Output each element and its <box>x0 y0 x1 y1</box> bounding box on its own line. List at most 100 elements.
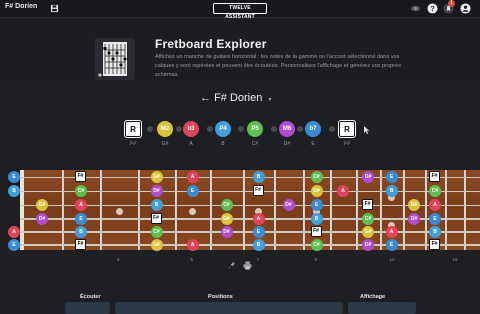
scale-note-marker[interactable]: C# <box>310 239 323 251</box>
scale-note-marker[interactable]: B <box>150 199 163 211</box>
scale-note-marker[interactable]: B <box>252 239 265 251</box>
scale-note-marker[interactable]: A <box>186 171 199 183</box>
listen-panel[interactable] <box>65 302 110 314</box>
scale-note-marker[interactable]: E <box>429 213 441 225</box>
eye-icon[interactable] <box>410 3 421 14</box>
scale-note-marker[interactable]: C# <box>220 199 233 211</box>
fret-wire <box>138 170 140 250</box>
scale-note-marker[interactable]: D# <box>220 226 233 238</box>
scale-note-marker[interactable]: D# <box>362 171 374 183</box>
interval-button[interactable]: R <box>339 121 355 137</box>
root-note-marker[interactable]: F# <box>362 199 373 210</box>
scale-note-marker[interactable]: G# <box>150 239 163 251</box>
scale-note-marker[interactable]: A <box>252 213 265 225</box>
scale-note-marker[interactable]: E <box>186 185 199 197</box>
scale-note-marker[interactable]: B <box>429 226 441 238</box>
open-string-note[interactable]: A <box>8 226 20 238</box>
root-note-marker[interactable]: F# <box>252 185 264 196</box>
scale-note-marker[interactable]: C# <box>310 171 323 183</box>
scale-note-marker[interactable]: D# <box>150 185 163 197</box>
scale-note-marker[interactable]: D# <box>362 239 374 251</box>
user-icon[interactable] <box>460 3 471 14</box>
page-title: Fretboard Explorer <box>155 37 267 51</box>
scale-note-marker[interactable]: E <box>310 199 323 211</box>
fret-number: 9 <box>314 257 318 262</box>
help-icon[interactable]: ? <box>427 3 438 14</box>
fret-wire <box>303 170 305 250</box>
brand-logo: TWELVE ASSISTANT <box>213 3 267 20</box>
guitar-string <box>20 191 480 192</box>
scale-note-marker[interactable]: C# <box>362 213 374 225</box>
scale-note-marker[interactable]: D# <box>408 213 420 225</box>
scale-note-marker[interactable]: G# <box>220 213 233 225</box>
scale-note-marker[interactable]: B <box>75 226 87 238</box>
scale-note-marker[interactable]: E <box>75 213 87 225</box>
interval-button[interactable]: M6 <box>279 121 295 137</box>
fret-wire <box>100 170 102 250</box>
scale-note-marker[interactable]: E <box>385 171 398 183</box>
interval-button[interactable]: M2 <box>157 121 173 137</box>
display-panel[interactable] <box>348 302 416 314</box>
scale-note-marker[interactable]: E <box>252 226 265 238</box>
scale-note-marker[interactable]: G# <box>362 226 374 238</box>
interval-separator-dot <box>207 126 213 132</box>
fret-wire <box>380 170 382 250</box>
open-string-note[interactable]: E <box>8 239 20 251</box>
interval-button[interactable]: b7 <box>305 121 321 137</box>
scale-selector[interactable]: ← F# Dorien ▾ <box>200 92 271 104</box>
interval-separator-dot <box>147 126 153 132</box>
open-string-note[interactable]: B <box>8 185 20 197</box>
page-description: Affichez un manche de guitare horizontal… <box>155 54 401 78</box>
interval-button[interactable]: P5 <box>247 121 263 137</box>
chevron-down-icon: ▾ <box>268 97 272 103</box>
scale-note-marker[interactable]: B <box>252 171 265 183</box>
scale-note-marker[interactable]: E <box>385 239 398 251</box>
pin-icon[interactable] <box>228 261 237 270</box>
scale-note-marker[interactable]: G# <box>310 185 323 197</box>
scale-note-marker[interactable]: B <box>310 213 323 225</box>
open-string-note[interactable]: E <box>8 171 20 183</box>
interval-note-label: F# <box>344 141 350 147</box>
interval-button[interactable]: b3 <box>183 121 199 137</box>
fretboard-nut <box>20 170 24 250</box>
scale-note-marker[interactable]: A <box>337 185 349 197</box>
fret-wire <box>445 170 447 250</box>
root-note-marker[interactable]: F# <box>429 171 440 182</box>
interval-button[interactable]: P4 <box>215 121 231 137</box>
hero-banner: Fretboard Explorer Affichez un manche de… <box>0 18 480 86</box>
interval-note-label: D# <box>283 141 291 147</box>
svg-text:?: ? <box>430 4 435 13</box>
save-icon[interactable] <box>50 4 59 13</box>
back-arrow-icon[interactable]: ← <box>200 92 211 104</box>
root-note-marker[interactable]: F# <box>310 226 322 237</box>
scale-note-marker[interactable]: C# <box>75 185 87 197</box>
root-note-marker[interactable]: F# <box>150 213 162 224</box>
scale-note-marker[interactable]: G# <box>36 199 48 211</box>
fret-wire <box>62 170 64 250</box>
scale-note-marker[interactable]: G# <box>150 171 163 183</box>
interval-button[interactable]: R <box>125 121 141 137</box>
scale-note-marker[interactable]: A <box>75 199 87 211</box>
interval-note-label: A <box>189 141 193 147</box>
scale-note-marker[interactable]: C# <box>150 226 163 238</box>
scale-note-marker[interactable]: A <box>385 226 398 238</box>
scale-note-marker[interactable]: A <box>186 239 199 251</box>
print-icon[interactable] <box>243 261 252 270</box>
root-note-marker[interactable]: F# <box>75 171 86 182</box>
display-label: Affichage <box>360 294 386 300</box>
root-note-marker[interactable]: F# <box>429 239 440 250</box>
root-note-marker[interactable]: F# <box>75 239 86 250</box>
fret-number: 7 <box>256 257 260 262</box>
scale-note-marker[interactable]: G# <box>408 199 420 211</box>
scale-note-marker[interactable]: C# <box>429 185 441 197</box>
scale-note-marker[interactable]: D# <box>282 199 295 211</box>
fretboard-thumbnail-icon <box>95 38 135 80</box>
scale-note-marker[interactable]: A <box>429 199 441 211</box>
fret-number: 12 <box>389 257 395 262</box>
scale-note-marker[interactable]: D# <box>36 213 48 225</box>
interval-note-label: E <box>311 141 315 147</box>
fretboard[interactable]: E B A E F# G# A B C# D# E F# C# D# E F# G# A B C# G# A B C# D# E F… <box>0 167 480 253</box>
scale-note-marker[interactable]: B <box>385 185 398 197</box>
guitar-string <box>20 177 480 178</box>
positions-panel[interactable] <box>115 302 343 314</box>
